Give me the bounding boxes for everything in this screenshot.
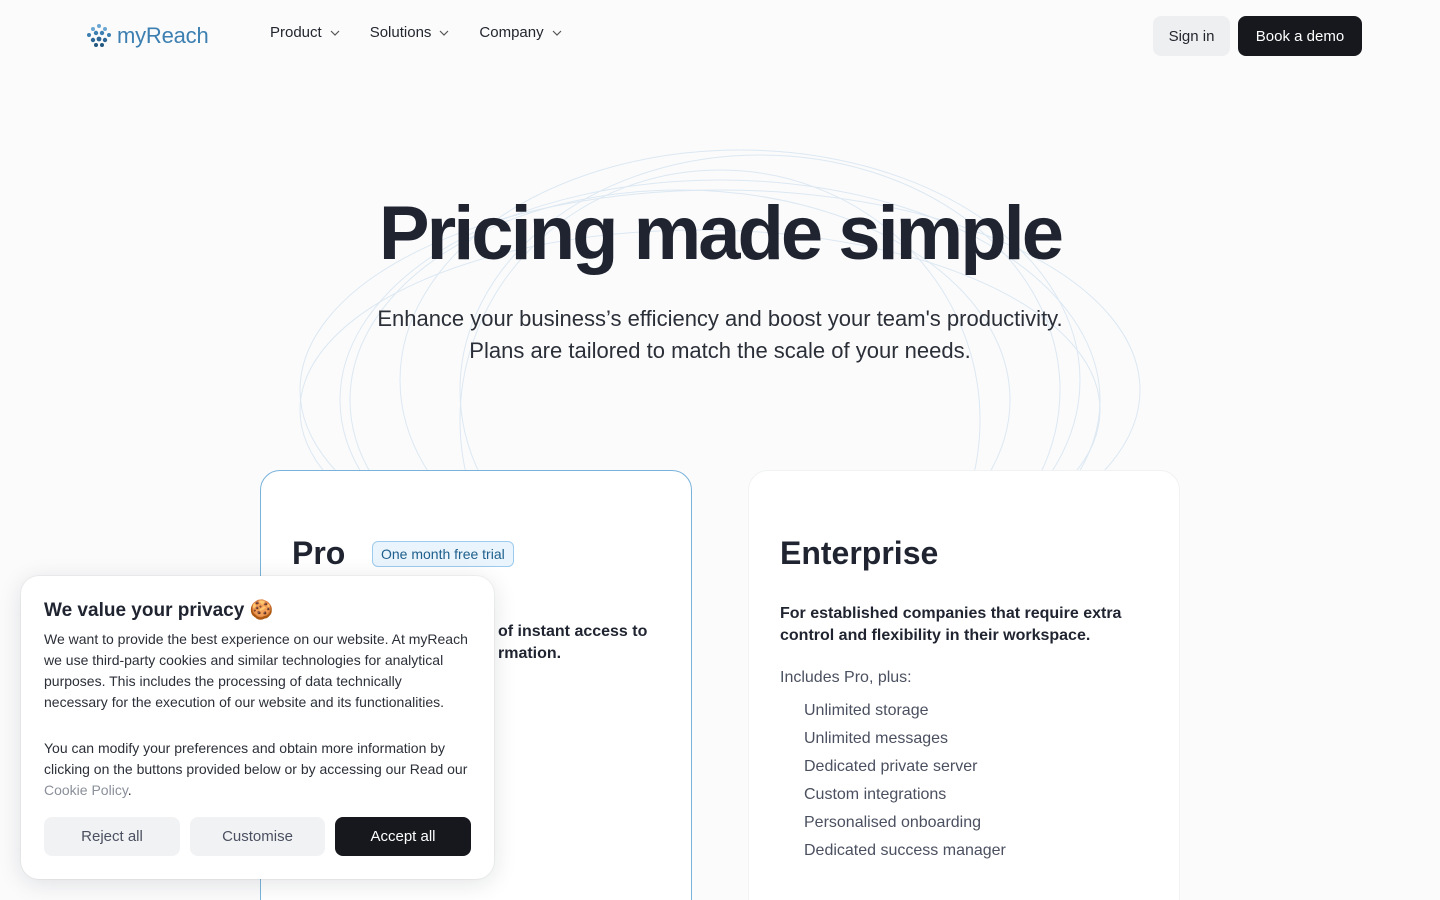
customise-button[interactable]: Customise xyxy=(190,817,325,856)
list-item: Dedicated success manager xyxy=(804,842,1006,859)
hero-subtitle: Enhance your business’s efficiency and b… xyxy=(0,303,1440,367)
cookie-paragraph-2: You can modify your preferences and obta… xyxy=(44,738,469,801)
list-item: Unlimited storage xyxy=(804,702,929,719)
reject-all-button[interactable]: Reject all xyxy=(44,817,180,856)
nav-product-label: Product xyxy=(270,24,322,41)
list-item: Unlimited messages xyxy=(804,730,949,747)
nav-solutions[interactable]: Solutions xyxy=(370,24,450,41)
logo[interactable]: myReach xyxy=(86,22,209,50)
enterprise-plan-title: Enterprise xyxy=(780,535,939,571)
site-header: myReach Product Solutions Company Sign i… xyxy=(0,0,1440,72)
chevron-down-icon xyxy=(439,30,449,36)
nav-company[interactable]: Company xyxy=(479,24,562,41)
enterprise-plan-card: Enterprise For established companies tha… xyxy=(748,470,1180,900)
logo-text: myReach xyxy=(117,23,209,48)
list-item: Dedicated private server xyxy=(804,758,978,775)
main-nav: Product Solutions Company xyxy=(270,24,562,41)
cookie-paragraph-2-text: You can modify your preferences and obta… xyxy=(44,740,468,777)
chevron-down-icon xyxy=(552,30,562,36)
accept-all-button[interactable]: Accept all xyxy=(335,817,471,856)
enterprise-includes-label: Includes Pro, plus: xyxy=(780,669,912,686)
book-demo-button[interactable]: Book a demo xyxy=(1238,16,1362,56)
cookie-consent-dialog: We value your privacy 🍪 We want to provi… xyxy=(21,576,494,879)
free-trial-badge: One month free trial xyxy=(372,541,514,567)
list-item: Custom integrations xyxy=(804,786,947,803)
cookie-paragraph-1: We want to provide the best experience o… xyxy=(44,631,468,710)
list-item: Personalised onboarding xyxy=(804,814,982,831)
chevron-down-icon xyxy=(330,30,340,36)
nav-product[interactable]: Product xyxy=(270,24,340,41)
cookie-policy-link[interactable]: Cookie Policy xyxy=(44,782,128,798)
logo-dots-icon xyxy=(87,24,111,47)
hero-subtitle-line2: Plans are tailored to match the scale of… xyxy=(469,338,971,363)
enterprise-plan-description: For established companies that require e… xyxy=(780,605,1122,644)
enterprise-feature-list: Unlimited storage Unlimited messages Ded… xyxy=(804,697,1006,865)
sign-in-button[interactable]: Sign in xyxy=(1153,16,1230,56)
nav-company-label: Company xyxy=(479,24,544,41)
cookie-title: We value your privacy 🍪 xyxy=(44,600,274,621)
pro-plan-title: Pro xyxy=(292,535,346,571)
cookie-paragraph-2-end: . xyxy=(127,782,132,798)
page-title: Pricing made simple xyxy=(378,191,1064,276)
nav-solutions-label: Solutions xyxy=(369,24,432,41)
hero-subtitle-line1: Enhance your business’s efficiency and b… xyxy=(377,306,1063,331)
